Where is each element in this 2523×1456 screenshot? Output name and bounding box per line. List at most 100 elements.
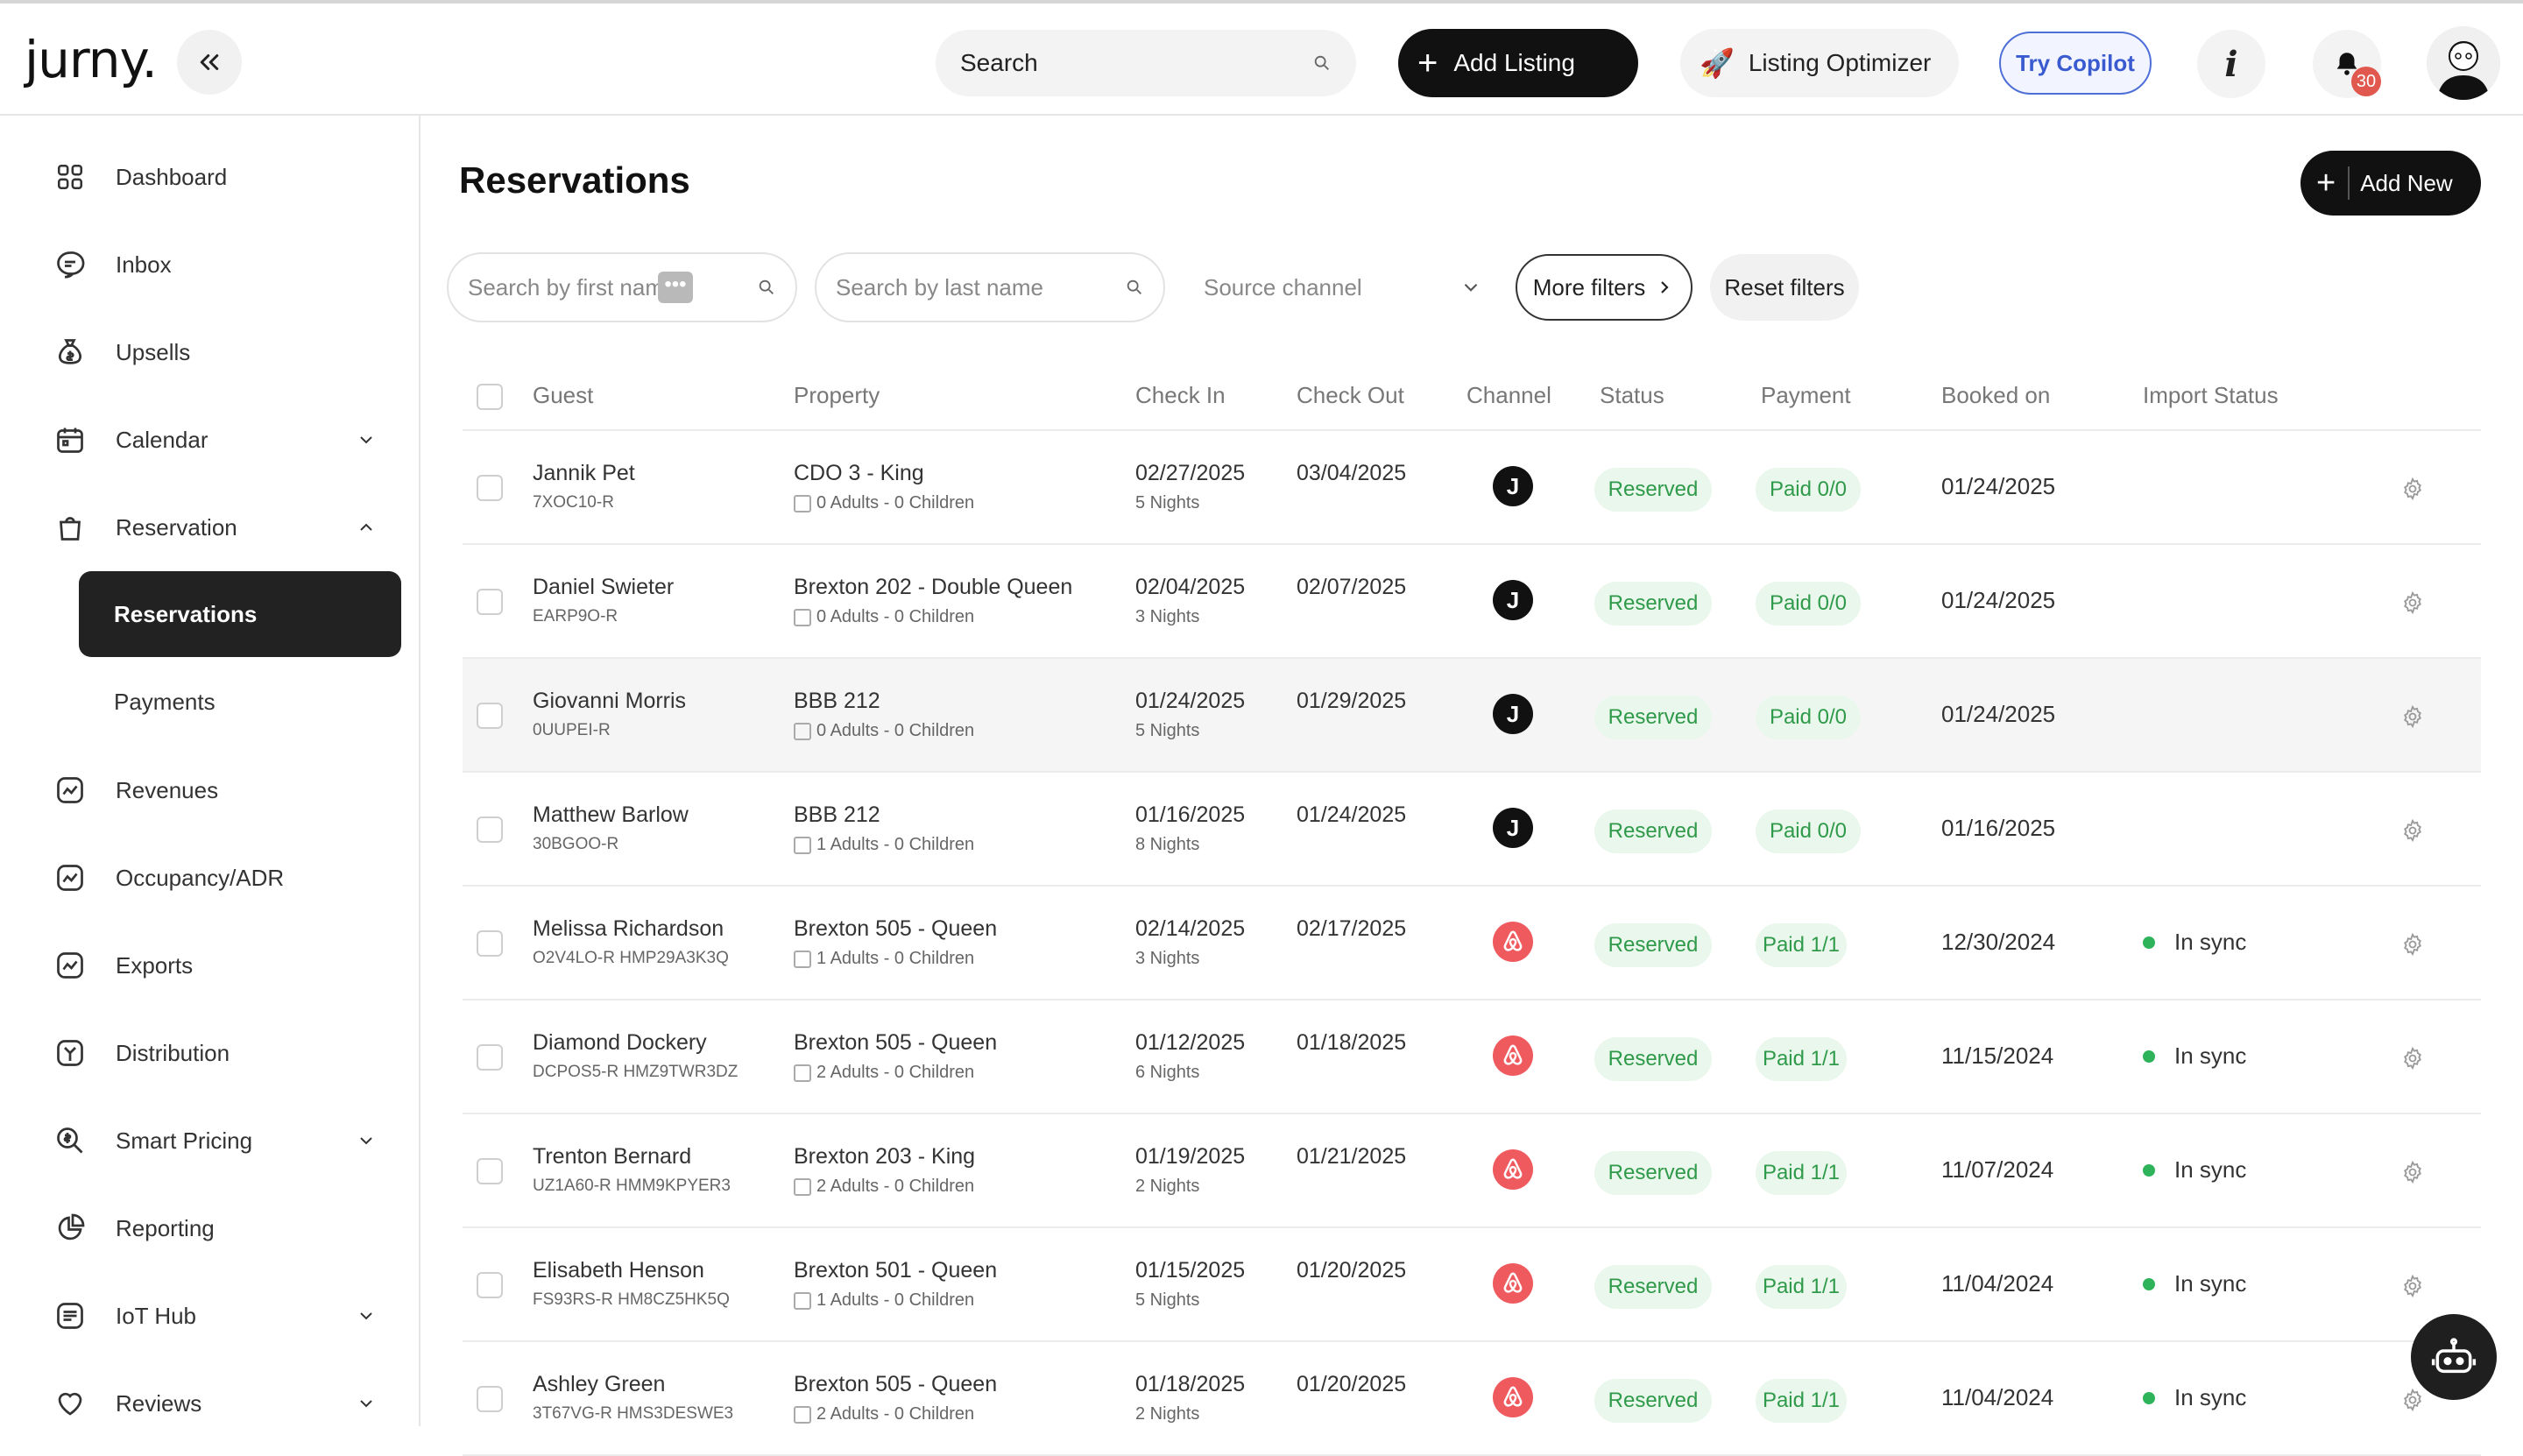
sidebar-item-inbox[interactable]: Inbox	[53, 238, 377, 291]
gear-icon[interactable]	[2400, 477, 2425, 501]
table-row[interactable]: Daniel Swieter EARP9O-R Brexton 202 - Do…	[463, 545, 2481, 659]
booked-on-date: 01/24/2025	[1941, 587, 2056, 613]
row-checkbox[interactable]	[477, 1386, 503, 1412]
trend-chart-icon	[53, 773, 88, 808]
guest-cell[interactable]: Trenton Bernard UZ1A60-R HMM9KPYER3	[533, 1144, 731, 1196]
jurny-logo[interactable]: jurny.	[25, 30, 158, 89]
sidebar-item-exports[interactable]: Exports	[53, 939, 377, 992]
try-copilot-button[interactable]: Try Copilot	[1999, 32, 2152, 95]
collapse-sidebar-button[interactable]	[177, 30, 242, 95]
reset-filters-button[interactable]: Reset filters	[1710, 254, 1859, 321]
table-row[interactable]: Elisabeth Henson FS93RS-R HM8CZ5HK5Q Bre…	[463, 1228, 2481, 1342]
row-checkbox[interactable]	[477, 930, 503, 957]
last-name-search-input[interactable]: Search by last name	[815, 252, 1165, 322]
reservation-code: UZ1A60-R HMM9KPYER3	[533, 1177, 731, 1195]
chatbot-button[interactable]	[2411, 1314, 2497, 1400]
row-checkbox[interactable]	[477, 589, 503, 615]
column-header-payment[interactable]: Payment	[1761, 382, 1851, 409]
column-header-check-in[interactable]: Check In	[1135, 382, 1226, 409]
sidebar-item-iot-hub[interactable]: IoT Hub	[53, 1290, 377, 1342]
airbnb-channel-icon	[1493, 1263, 1533, 1304]
row-checkbox[interactable]	[477, 703, 503, 729]
global-search[interactable]: Search	[936, 30, 1356, 96]
occupancy: 0 Adults - 0 Children	[794, 493, 974, 513]
select-all-checkbox[interactable]	[477, 384, 503, 410]
sidebar-item-label: Revenues	[116, 776, 219, 803]
column-header-import-status[interactable]: Import Status	[2143, 382, 2279, 409]
sidebar-item-upsells[interactable]: Upsells	[53, 326, 377, 378]
info-button[interactable]: i	[2197, 30, 2265, 98]
sidebar-item-reservation[interactable]: Reservation	[53, 501, 377, 554]
gear-icon[interactable]	[2400, 590, 2425, 615]
user-avatar[interactable]	[2427, 26, 2500, 100]
gear-icon[interactable]	[2400, 1160, 2425, 1184]
column-header-channel[interactable]: Channel	[1466, 382, 1551, 409]
dashboard-grid-icon	[53, 159, 88, 194]
property-cell: Brexton 203 - King 2 Adults - 0 Children	[794, 1144, 975, 1197]
column-header-check-out[interactable]: Check Out	[1297, 382, 1404, 409]
occupancy-text: 2 Adults - 0 Children	[816, 1404, 975, 1424]
sidebar-item-reviews[interactable]: Reviews	[53, 1377, 377, 1430]
column-header-booked-on[interactable]: Booked on	[1941, 382, 2050, 409]
gear-icon[interactable]	[2400, 1046, 2425, 1071]
gear-icon[interactable]	[2400, 1274, 2425, 1298]
guest-cell[interactable]: Daniel Swieter EARP9O-R	[533, 575, 674, 626]
sidebar-subitem-reservations[interactable]: Reservations	[79, 571, 401, 657]
row-checkbox[interactable]	[477, 475, 503, 501]
gear-icon[interactable]	[2400, 818, 2425, 843]
sidebar-item-revenues[interactable]: Revenues	[53, 764, 377, 816]
table-row[interactable]: Jannik Pet 7XOC10-R CDO 3 - King 0 Adult…	[463, 431, 2481, 545]
sidebar-subitem-payments[interactable]: Payments	[114, 689, 216, 716]
occupancy: 1 Adults - 0 Children	[794, 949, 997, 969]
sidebar-item-occupancy[interactable]: Occupancy/ADR	[53, 852, 377, 904]
row-checkbox[interactable]	[477, 816, 503, 843]
listing-optimizer-button[interactable]: 🚀 Listing Optimizer	[1680, 29, 1959, 97]
payment-badge: Paid 1/1	[1756, 1379, 1847, 1423]
sidebar-item-dashboard[interactable]: Dashboard	[53, 151, 377, 203]
check-out-date: 03/04/2025	[1297, 461, 1407, 485]
notifications-button[interactable]: 30	[2313, 30, 2381, 98]
table-row[interactable]: Giovanni Morris 0UUPEI-R BBB 212 0 Adult…	[463, 659, 2481, 773]
add-listing-button[interactable]: + Add Listing	[1398, 29, 1638, 97]
gear-icon[interactable]	[2400, 704, 2425, 729]
first-name-search-input[interactable]: Search by first nam •••	[447, 252, 797, 322]
guest-name: Elisabeth Henson	[533, 1258, 704, 1283]
booked-on-date: 01/16/2025	[1941, 815, 2056, 841]
sidebar-item-calendar[interactable]: Calendar	[53, 413, 377, 466]
check-in-cell: 02/04/2025 3 Nights	[1135, 575, 1245, 627]
column-header-guest[interactable]: Guest	[533, 382, 593, 409]
table-row[interactable]: Matthew Barlow 30BGOO-R BBB 212 1 Adults…	[463, 773, 2481, 887]
reservation-code: 30BGOO-R	[533, 835, 619, 853]
guest-cell[interactable]: Elisabeth Henson FS93RS-R HM8CZ5HK5Q	[533, 1258, 730, 1310]
gear-icon[interactable]	[2400, 932, 2425, 957]
gear-icon[interactable]	[2400, 1388, 2425, 1412]
guest-cell[interactable]: Giovanni Morris 0UUPEI-R	[533, 689, 686, 740]
guest-cell[interactable]: Melissa Richardson O2V4LO-R HMP29A3K3Q	[533, 916, 729, 968]
guest-cell[interactable]: Diamond Dockery DCPOS5-R HMZ9TWR3DZ	[533, 1030, 738, 1082]
table-row[interactable]: Trenton Bernard UZ1A60-R HMM9KPYER3 Brex…	[463, 1114, 2481, 1228]
column-header-status[interactable]: Status	[1600, 382, 1664, 409]
sidebar-item-smart-pricing[interactable]: Smart Pricing	[53, 1114, 377, 1167]
sidebar-item-label: Reservation	[116, 513, 237, 541]
guest-cell[interactable]: Jannik Pet 7XOC10-R	[533, 461, 635, 512]
table-row[interactable]: Melissa Richardson O2V4LO-R HMP29A3K3Q B…	[463, 887, 2481, 1000]
row-checkbox[interactable]	[477, 1044, 503, 1071]
more-filters-button[interactable]: More filters	[1516, 254, 1693, 321]
property-cell: BBB 212 0 Adults - 0 Children	[794, 689, 974, 741]
column-header-property[interactable]: Property	[794, 382, 880, 409]
add-new-button[interactable]: + Add New	[2300, 151, 2481, 216]
sidebar-item-distribution[interactable]: Distribution	[53, 1027, 377, 1079]
row-checkbox[interactable]	[477, 1158, 503, 1184]
table-row[interactable]: Diamond Dockery DCPOS5-R HMZ9TWR3DZ Brex…	[463, 1000, 2481, 1114]
guest-cell[interactable]: Matthew Barlow 30BGOO-R	[533, 802, 689, 854]
property-cell: BBB 212 1 Adults - 0 Children	[794, 802, 974, 855]
guest-cell[interactable]: Ashley Green 3T67VG-R HMS3DESWE3	[533, 1372, 733, 1424]
row-checkbox[interactable]	[477, 1272, 503, 1298]
sidebar-item-reporting[interactable]: Reporting	[53, 1202, 377, 1255]
occupancy-text: 1 Adults - 0 Children	[816, 835, 975, 854]
jurny-channel-icon: J	[1493, 580, 1533, 620]
table-row[interactable]: Ashley Green 3T67VG-R HMS3DESWE3 Brexton…	[463, 1342, 2481, 1456]
check-in-date: 01/12/2025	[1135, 1030, 1246, 1055]
source-channel-select[interactable]: Source channel	[1204, 252, 1502, 322]
money-bag-icon	[53, 335, 88, 370]
